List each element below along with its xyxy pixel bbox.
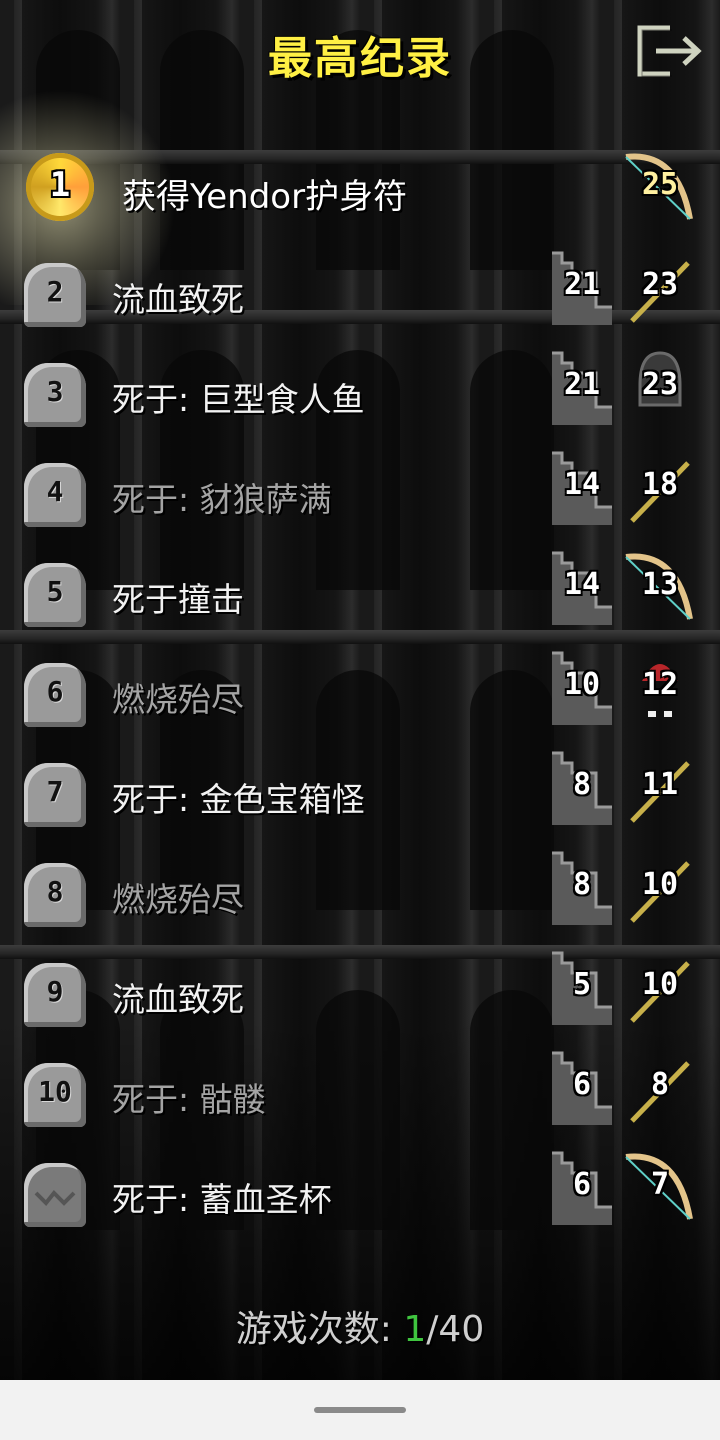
record-row[interactable]: 4 死于: 豺狼萨满 14 18: [0, 445, 720, 545]
record-row[interactable]: 3 死于: 巨型食人鱼 21 23: [0, 345, 720, 445]
record-row[interactable]: 5 死于撞击 14 13: [0, 545, 720, 645]
games-played-total: /40: [426, 1309, 485, 1350]
games-played-count: 1: [403, 1309, 427, 1350]
record-row[interactable]: 1 获得Yendor护身符 25: [0, 85, 720, 305]
record-cause: 死于: 豺狼萨满: [112, 480, 332, 519]
gesture-handle[interactable]: [314, 1407, 406, 1413]
record-cause: 燃烧殆尽: [112, 680, 244, 719]
hero-level: 10: [641, 967, 679, 1002]
record-row[interactable]: 2 流血致死 21 23: [0, 245, 720, 345]
gravestone-icon: [24, 1163, 86, 1227]
hero-level: 7: [650, 1167, 670, 1202]
hero-level: 23: [641, 267, 679, 302]
gravestone-icon: 10: [24, 1063, 86, 1127]
record-row[interactable]: 10 死于: 骷髅 6 8: [0, 1045, 720, 1145]
rank-number: 10: [38, 1075, 72, 1108]
depth-value: 8: [572, 867, 592, 902]
rank-number: 7: [46, 775, 64, 808]
hero-level: 13: [641, 567, 679, 602]
record-row[interactable]: 8 燃烧殆尽 8 10: [0, 845, 720, 945]
hero-level: 10: [641, 867, 679, 902]
depth-value: 21: [563, 267, 601, 302]
record-cause: 流血致死: [112, 980, 244, 1019]
system-nav-bar: [0, 1380, 720, 1440]
hero-level: 8: [650, 1067, 670, 1102]
gravestone-icon: 8: [24, 863, 86, 927]
record-cause: 流血致死: [112, 280, 244, 319]
gravestone-icon: 9: [24, 963, 86, 1027]
rank-number: 9: [46, 975, 64, 1008]
record-row[interactable]: 9 流血致死 5 10: [0, 945, 720, 1045]
rankings-screen: 最高纪录 1 获得Yendor护身符 25 2 流血致死 21 23 3 死于:…: [0, 0, 720, 1380]
rank-number: 2: [46, 275, 64, 308]
rank-number: 3: [46, 375, 64, 408]
rank-number: 5: [46, 575, 64, 608]
record-cause: 死于: 巨型食人鱼: [112, 380, 365, 419]
record-cause: 燃烧殆尽: [112, 880, 244, 919]
rank-number: 8: [46, 875, 64, 908]
amulet-medal-icon: 1: [26, 153, 94, 221]
exit-icon: [637, 25, 702, 77]
depth-value: 8: [572, 767, 592, 802]
exit-button[interactable]: [630, 20, 710, 84]
record-cause: 死于: 蓄血圣杯: [112, 1180, 332, 1219]
rank-number: 4: [46, 475, 64, 508]
hero-level: 18: [641, 467, 679, 502]
rank-number: 1: [49, 165, 71, 205]
record-cause: 死于: 金色宝箱怪: [112, 780, 365, 819]
page-title: 最高纪录: [268, 33, 452, 84]
gravestone-icon: 3: [24, 363, 86, 427]
gravestone-icon: 2: [24, 263, 86, 327]
record-cause: 死于: 骷髅: [112, 1080, 266, 1119]
record-row[interactable]: 6 燃烧殆尽 10 12: [0, 645, 720, 745]
depth-value: 6: [572, 1167, 592, 1202]
rank-number: 6: [46, 675, 64, 708]
gravestone-icon: 4: [24, 463, 86, 527]
record-cause: 死于撞击: [112, 580, 244, 619]
record-cause: 获得Yendor护身符: [122, 177, 408, 217]
gravestone-icon: 6: [24, 663, 86, 727]
depth-value: 5: [572, 967, 592, 1002]
depth-value: 6: [572, 1067, 592, 1102]
gravestone-icon: 7: [24, 763, 86, 827]
hero-level: 23: [641, 367, 679, 402]
depth-value: 14: [563, 467, 601, 502]
depth-value: 14: [563, 567, 601, 602]
record-row[interactable]: 7 死于: 金色宝箱怪 8 11: [0, 745, 720, 845]
hero-level: 25: [641, 167, 679, 202]
depth-value: 21: [563, 367, 601, 402]
games-played-label: 游戏次数:: [235, 1309, 392, 1350]
games-played: 游戏次数: 1/40: [0, 1300, 720, 1352]
depth-value: 10: [563, 667, 601, 702]
record-row[interactable]: 死于: 蓄血圣杯 6 7: [0, 1145, 720, 1245]
gravestone-icon: 5: [24, 563, 86, 627]
hero-level: 11: [641, 767, 679, 802]
hero-level: 12: [641, 667, 679, 702]
